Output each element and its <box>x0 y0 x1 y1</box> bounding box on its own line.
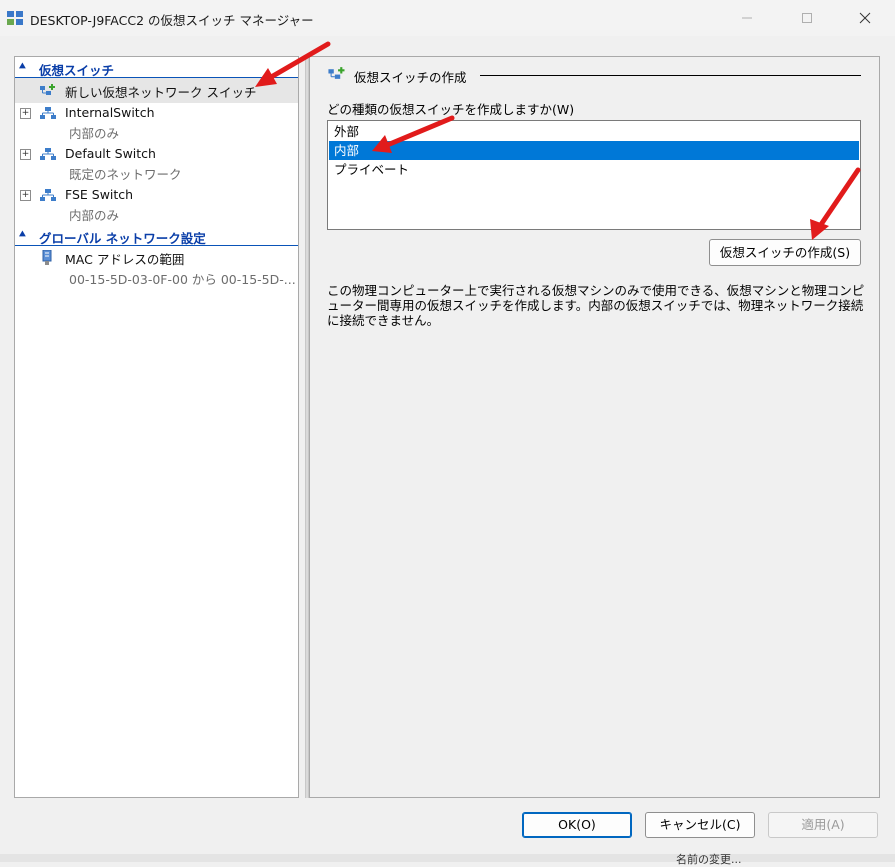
section-label: グローバル ネットワーク設定 <box>39 231 206 246</box>
network-switch-icon <box>40 148 56 160</box>
tree-item-label: InternalSwitch <box>65 105 155 120</box>
new-switch-icon <box>328 67 345 79</box>
switch-type-description: この物理コンピューター上で実行される仮想マシンのみで使用できる、仮想マシンと物理… <box>327 283 865 328</box>
option-internal[interactable]: 内部 <box>329 141 859 160</box>
expand-icon[interactable]: + <box>20 108 31 119</box>
tree-item-new-switch[interactable]: 新しい仮想ネットワーク スイッチ <box>15 78 298 103</box>
tree-item-subtitle: 00-15-5D-03-0F-00 から 00-15-5D-... <box>69 272 296 287</box>
network-switch-icon <box>40 189 56 201</box>
tree-item-label: Default Switch <box>65 146 156 161</box>
minimize-button[interactable] <box>724 0 770 36</box>
tree-item-default-switch[interactable]: + Default Switch 既定のネットワーク <box>15 144 298 184</box>
maximize-button[interactable] <box>784 0 830 36</box>
tree-item-fse-switch[interactable]: + FSE Switch 内部のみ <box>15 185 298 225</box>
background-window-strip: 名前の変更... <box>0 853 895 866</box>
close-button[interactable] <box>842 0 888 36</box>
section-global-network-settings[interactable]: ⯅ グローバル ネットワーク設定 <box>15 227 298 246</box>
expand-icon[interactable]: + <box>20 149 31 160</box>
group-title: 仮想スイッチの作成 <box>354 70 467 85</box>
window-title: DESKTOP-J9FACC2 の仮想スイッチ マネージャー <box>30 13 314 28</box>
apply-button[interactable]: 適用(A) <box>768 812 878 838</box>
create-virtual-switch-button[interactable]: 仮想スイッチの作成(S) <box>709 239 861 266</box>
expand-icon[interactable]: + <box>20 190 31 201</box>
virtual-switch-manager-icon <box>7 11 23 25</box>
tree-item-subtitle: 既定のネットワーク <box>69 167 182 182</box>
group-divider <box>480 75 861 76</box>
collapse-chevron-icon[interactable]: ⯅ <box>18 228 27 242</box>
network-switch-icon <box>40 107 56 119</box>
tree-item-internalswitch[interactable]: + InternalSwitch 内部のみ <box>15 103 298 143</box>
navigation-tree: ⯅ 仮想スイッチ 新しい仮想ネットワーク スイッチ + InternalSwit… <box>14 56 299 798</box>
close-icon <box>859 12 871 24</box>
title-bar: DESKTOP-J9FACC2 の仮想スイッチ マネージャー <box>0 0 895 36</box>
details-pane: 仮想スイッチの作成 どの種類の仮想スイッチを作成しますか(W) 外部 内部 プラ… <box>309 56 880 798</box>
tree-item-mac-address-range[interactable]: MAC アドレスの範囲 00-15-5D-03-0F-00 から 00-15-5… <box>15 249 298 289</box>
tree-item-subtitle: 内部のみ <box>69 208 120 223</box>
tree-item-label: FSE Switch <box>65 187 134 202</box>
option-external[interactable]: 外部 <box>329 122 859 141</box>
section-virtual-switches[interactable]: ⯅ 仮想スイッチ <box>15 59 298 78</box>
switch-type-listbox[interactable]: 外部 内部 プライベート <box>327 120 861 230</box>
collapse-chevron-icon[interactable]: ⯅ <box>18 60 27 74</box>
cancel-button[interactable]: キャンセル(C) <box>645 812 755 838</box>
background-window-text: 名前の変更... <box>676 853 742 866</box>
ok-button[interactable]: OK(O) <box>522 812 632 838</box>
tree-item-label: MAC アドレスの範囲 <box>65 252 185 267</box>
tree-item-label: 新しい仮想ネットワーク スイッチ <box>65 85 257 100</box>
minimize-icon <box>742 17 752 19</box>
option-private[interactable]: プライベート <box>329 160 859 179</box>
switch-type-question: どの種類の仮想スイッチを作成しますか(W) <box>327 102 575 117</box>
maximize-icon <box>802 13 812 23</box>
new-switch-icon <box>40 84 55 95</box>
section-label: 仮想スイッチ <box>39 63 115 78</box>
tree-item-subtitle: 内部のみ <box>69 126 120 141</box>
network-adapter-icon <box>42 250 52 265</box>
